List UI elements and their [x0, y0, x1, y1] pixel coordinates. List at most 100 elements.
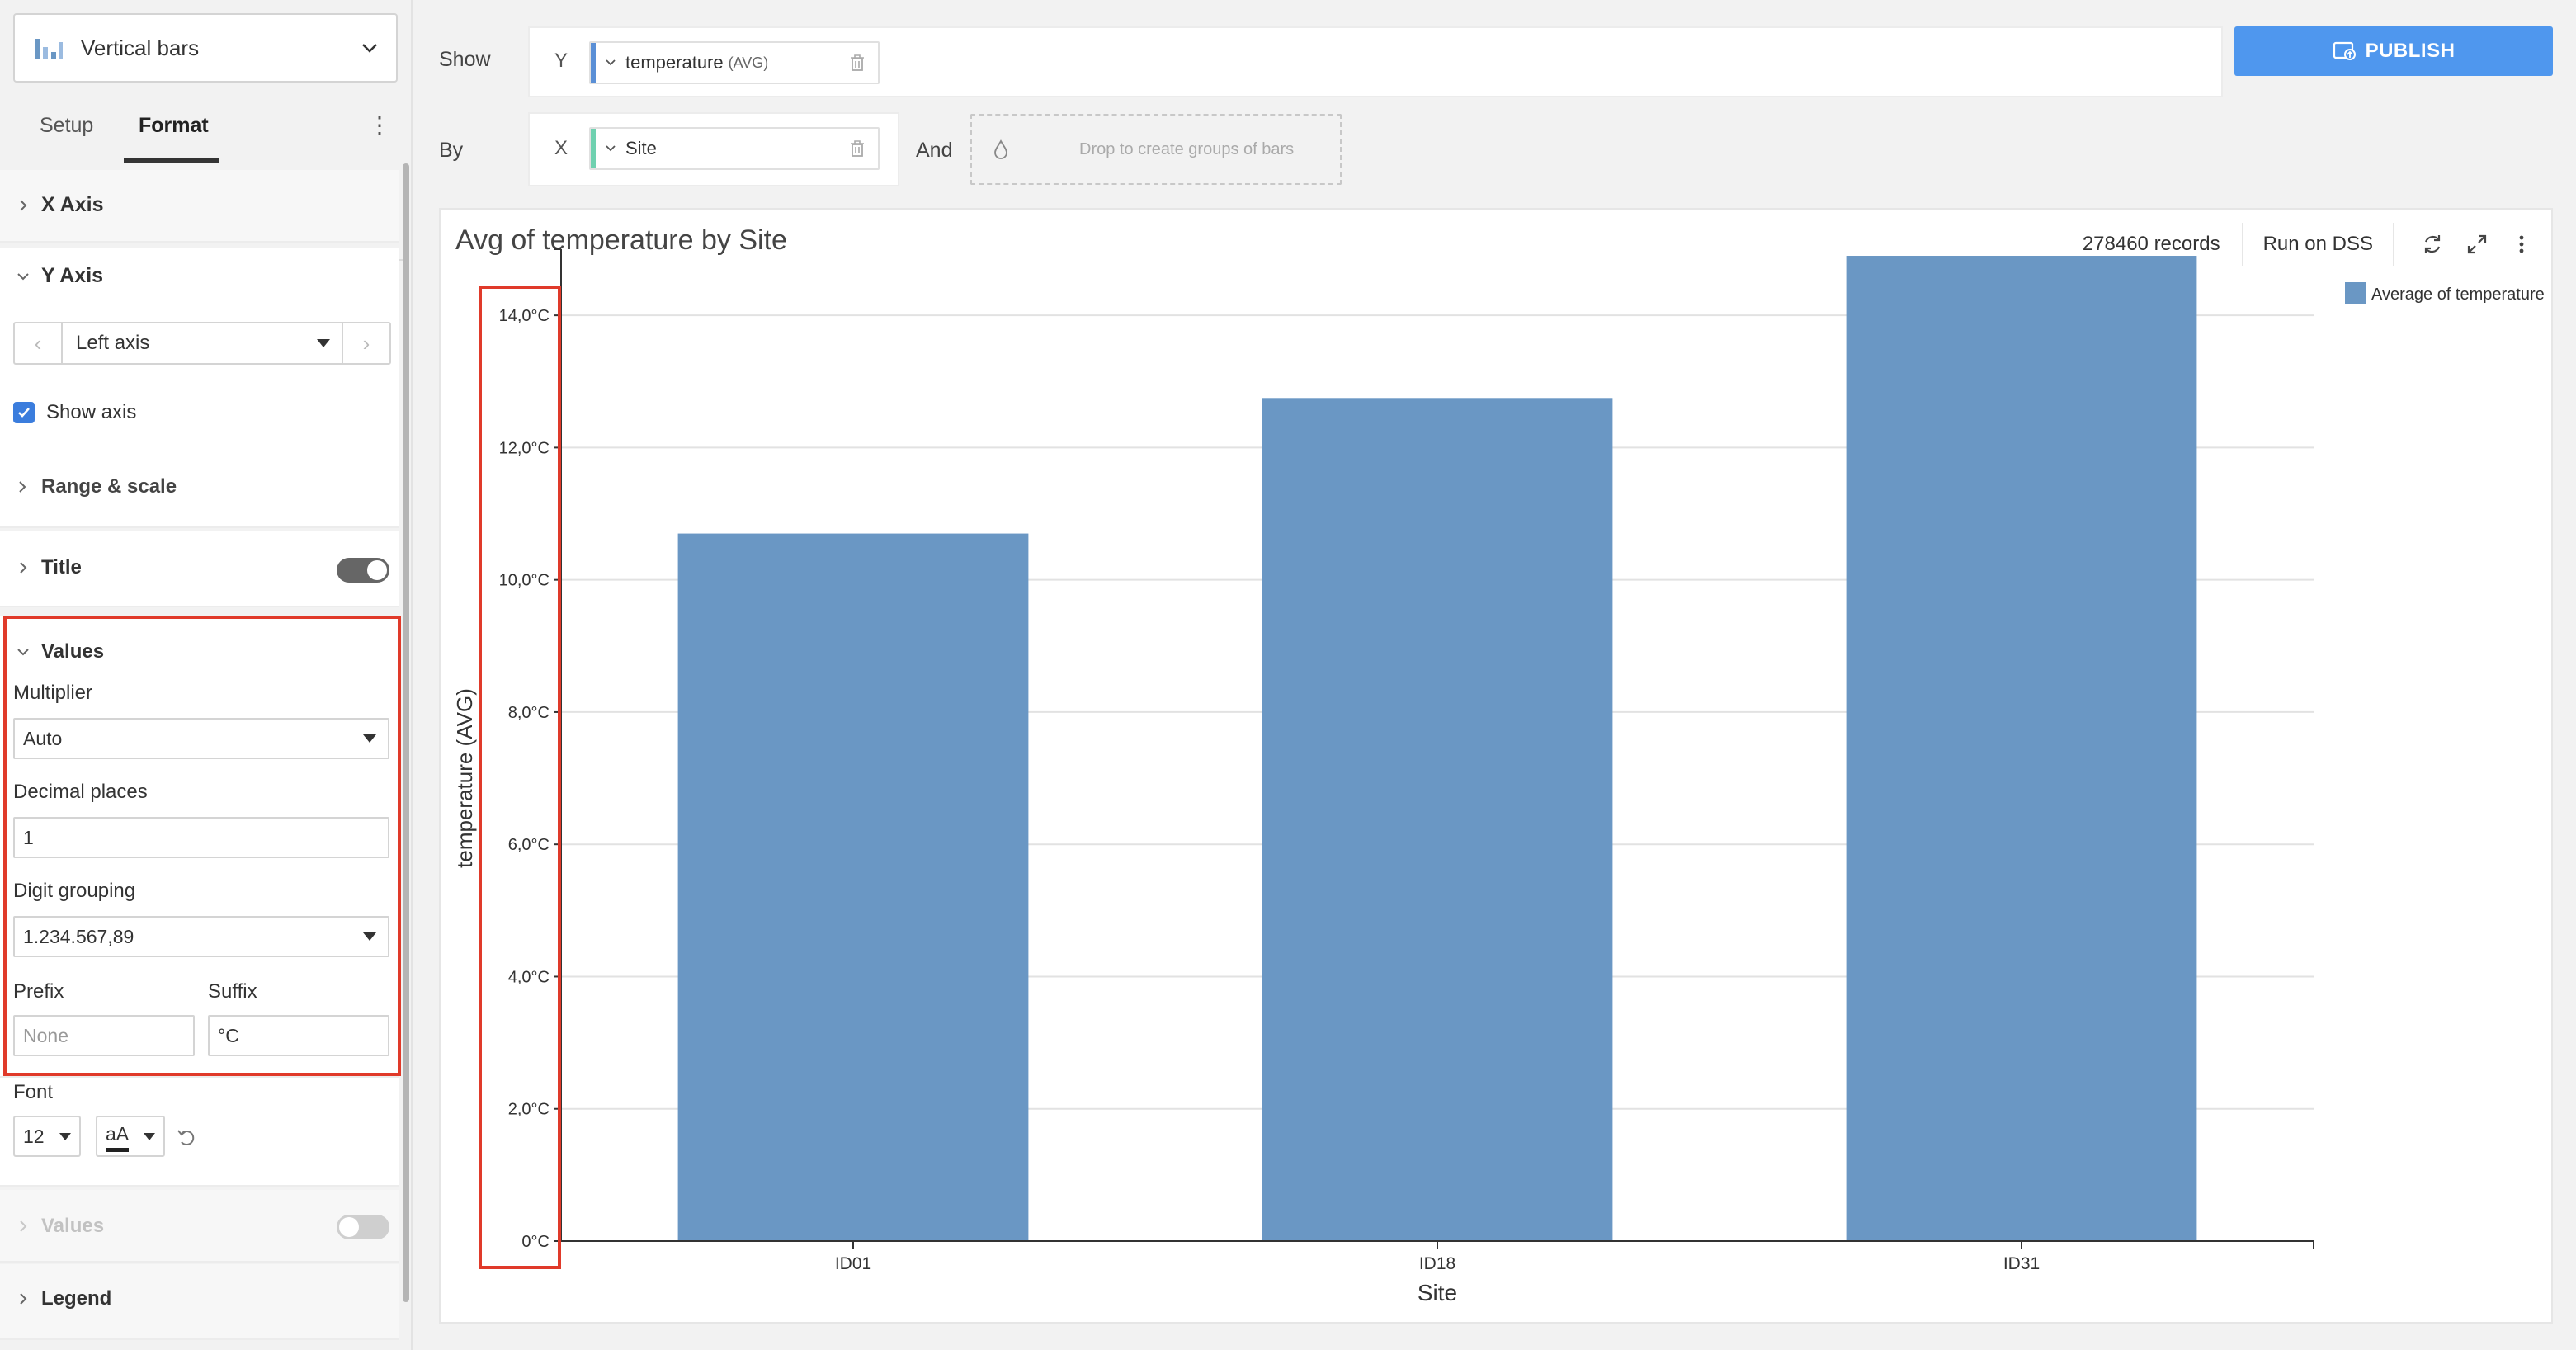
- toggle-knob: [367, 560, 387, 580]
- y-axis-title: temperature (AVG): [452, 688, 477, 868]
- chevron-left-icon[interactable]: ‹: [15, 323, 63, 363]
- show-axis-option[interactable]: Show axis: [13, 401, 136, 424]
- prefix-placeholder: None: [23, 1024, 68, 1046]
- section-y-axis-header[interactable]: Y Axis: [15, 264, 103, 288]
- decimal-places-input[interactable]: 1: [13, 817, 389, 858]
- section-y-axis: Y Axis ‹ Left axis › Show axis Range & s…: [0, 248, 399, 528]
- tab-setup[interactable]: Setup: [40, 114, 93, 138]
- chart-card: Avg of temperature by Site 278460 record…: [439, 208, 2553, 1324]
- prefix-input[interactable]: None: [13, 1015, 195, 1056]
- show-axis-label: Show axis: [46, 401, 137, 423]
- caret-down-icon: [363, 932, 376, 941]
- chevron-right-icon: [19, 481, 26, 493]
- chevron-down-icon: [17, 649, 29, 656]
- chevron-right-icon: [20, 562, 27, 574]
- chevron-down-icon: [362, 44, 377, 53]
- chevron-down-icon: [17, 272, 29, 280]
- y-tick-label: 6,0°C: [508, 836, 550, 854]
- bar: [1262, 398, 1613, 1241]
- and-row-label: And: [916, 139, 953, 162]
- y-tick-label: 12,0°C: [499, 439, 550, 457]
- trash-icon[interactable]: [848, 139, 866, 158]
- y-tick-label: 14,0°C: [499, 307, 550, 325]
- section-axis-title: Title: [0, 531, 399, 607]
- y-measure-pill[interactable]: temperature (AVG): [589, 41, 880, 84]
- suffix-label: Suffix: [208, 980, 257, 1003]
- section-data-values: Values: [0, 1190, 399, 1263]
- section-x-axis-header[interactable]: X Axis: [15, 193, 104, 217]
- reset-icon[interactable]: [175, 1126, 198, 1149]
- title-toggle[interactable]: [337, 558, 389, 583]
- trash-icon[interactable]: [848, 53, 866, 73]
- section-legend[interactable]: Legend: [0, 1264, 399, 1340]
- x-axis-letter: X: [554, 137, 569, 159]
- chevron-right-icon: [20, 199, 27, 211]
- show-dropzone: Y temperature (AVG): [528, 26, 2223, 97]
- chevron-right-icon: [20, 1220, 27, 1232]
- section-values2-header[interactable]: Values: [15, 1215, 104, 1238]
- caret-down-icon: [317, 339, 330, 347]
- legend-swatch: [2345, 282, 2366, 304]
- y-tick-label: 4,0°C: [508, 968, 550, 986]
- bar-chart: 0°C 2,0°C 4,0°C 6,0°C 8,0°C 10,0°C 12,0°C 14,0°…: [452, 248, 2545, 1305]
- section-x-axis[interactable]: X Axis: [0, 170, 399, 243]
- multiplier-select[interactable]: Auto: [13, 718, 389, 759]
- publish-label: PUBLISH: [2365, 40, 2456, 62]
- highlight-box: [479, 286, 561, 1269]
- font-color-label: aA: [106, 1123, 130, 1152]
- group-bars-dropzone[interactable]: Drop to create groups of bars: [970, 114, 1342, 185]
- axis-select[interactable]: Left axis: [63, 323, 342, 363]
- decimal-places-value: 1: [23, 826, 34, 848]
- x-tick-label: ID01: [835, 1254, 871, 1273]
- tab-format[interactable]: Format: [139, 114, 209, 138]
- section-values-header[interactable]: Values: [15, 640, 104, 663]
- more-vertical-icon[interactable]: ⋮: [368, 114, 391, 144]
- x-tick-label: ID18: [1419, 1254, 1455, 1273]
- suffix-input[interactable]: °C: [208, 1015, 389, 1056]
- panel-tabs: Setup Format ⋮: [0, 97, 404, 261]
- section-values-label: Values: [41, 640, 105, 663]
- range-scale-section[interactable]: Range & scale: [15, 475, 177, 498]
- font-size-select[interactable]: 12: [13, 1116, 81, 1157]
- suffix-value: °C: [218, 1024, 239, 1046]
- digit-grouping-label: Digit grouping: [13, 880, 136, 902]
- section-values2-label: Values: [41, 1215, 105, 1237]
- caret-down-icon: [144, 1132, 155, 1140]
- panel-scrollbar[interactable]: [403, 163, 409, 1302]
- font-color-select[interactable]: aA: [96, 1116, 165, 1157]
- section-title-header[interactable]: Title: [15, 556, 82, 579]
- by-row-label: By: [439, 139, 464, 162]
- chart-type-selector[interactable]: Vertical bars: [13, 13, 398, 83]
- multiplier-value: Auto: [23, 727, 63, 749]
- axis-picker: ‹ Left axis ›: [13, 322, 391, 365]
- show-axis-checkbox[interactable]: [13, 402, 35, 423]
- prefix-label: Prefix: [13, 980, 64, 1003]
- digit-grouping-select[interactable]: 1.234.567,89: [13, 916, 389, 957]
- chevron-down-icon: [606, 145, 616, 152]
- range-scale-label: Range & scale: [41, 475, 177, 498]
- y-tick-label: 0°C: [521, 1233, 550, 1251]
- section-values-format: Values Multiplier Auto Decimal places 1 …: [0, 616, 401, 1078]
- bar: [677, 533, 1029, 1241]
- section-y-axis-label: Y Axis: [41, 264, 104, 287]
- dimension-color-bar: [591, 129, 596, 168]
- publish-button[interactable]: PUBLISH: [2234, 26, 2553, 76]
- drop-icon: [994, 139, 1007, 159]
- bar-chart-icon: [35, 39, 63, 59]
- values-toggle[interactable]: [337, 1215, 389, 1239]
- axis-select-value: Left axis: [76, 332, 150, 354]
- font-settings: Font 12 aA: [0, 1078, 399, 1187]
- x-dimension-pill[interactable]: Site: [589, 127, 880, 170]
- section-legend-header[interactable]: Legend: [15, 1287, 111, 1310]
- chevron-right-icon[interactable]: ›: [342, 323, 389, 363]
- measure-color-bar: [591, 43, 596, 83]
- y-axis-letter: Y: [554, 50, 569, 72]
- dropzone-hint: Drop to create groups of bars: [1079, 139, 1295, 158]
- section-title-label: Title: [41, 556, 82, 578]
- chevron-right-icon: [20, 1293, 27, 1305]
- multiplier-label: Multiplier: [13, 682, 93, 704]
- y-measure-name: temperature: [625, 52, 724, 73]
- toggle-knob: [339, 1217, 359, 1237]
- check-icon: [18, 408, 30, 418]
- decimal-places-label: Decimal places: [13, 781, 148, 803]
